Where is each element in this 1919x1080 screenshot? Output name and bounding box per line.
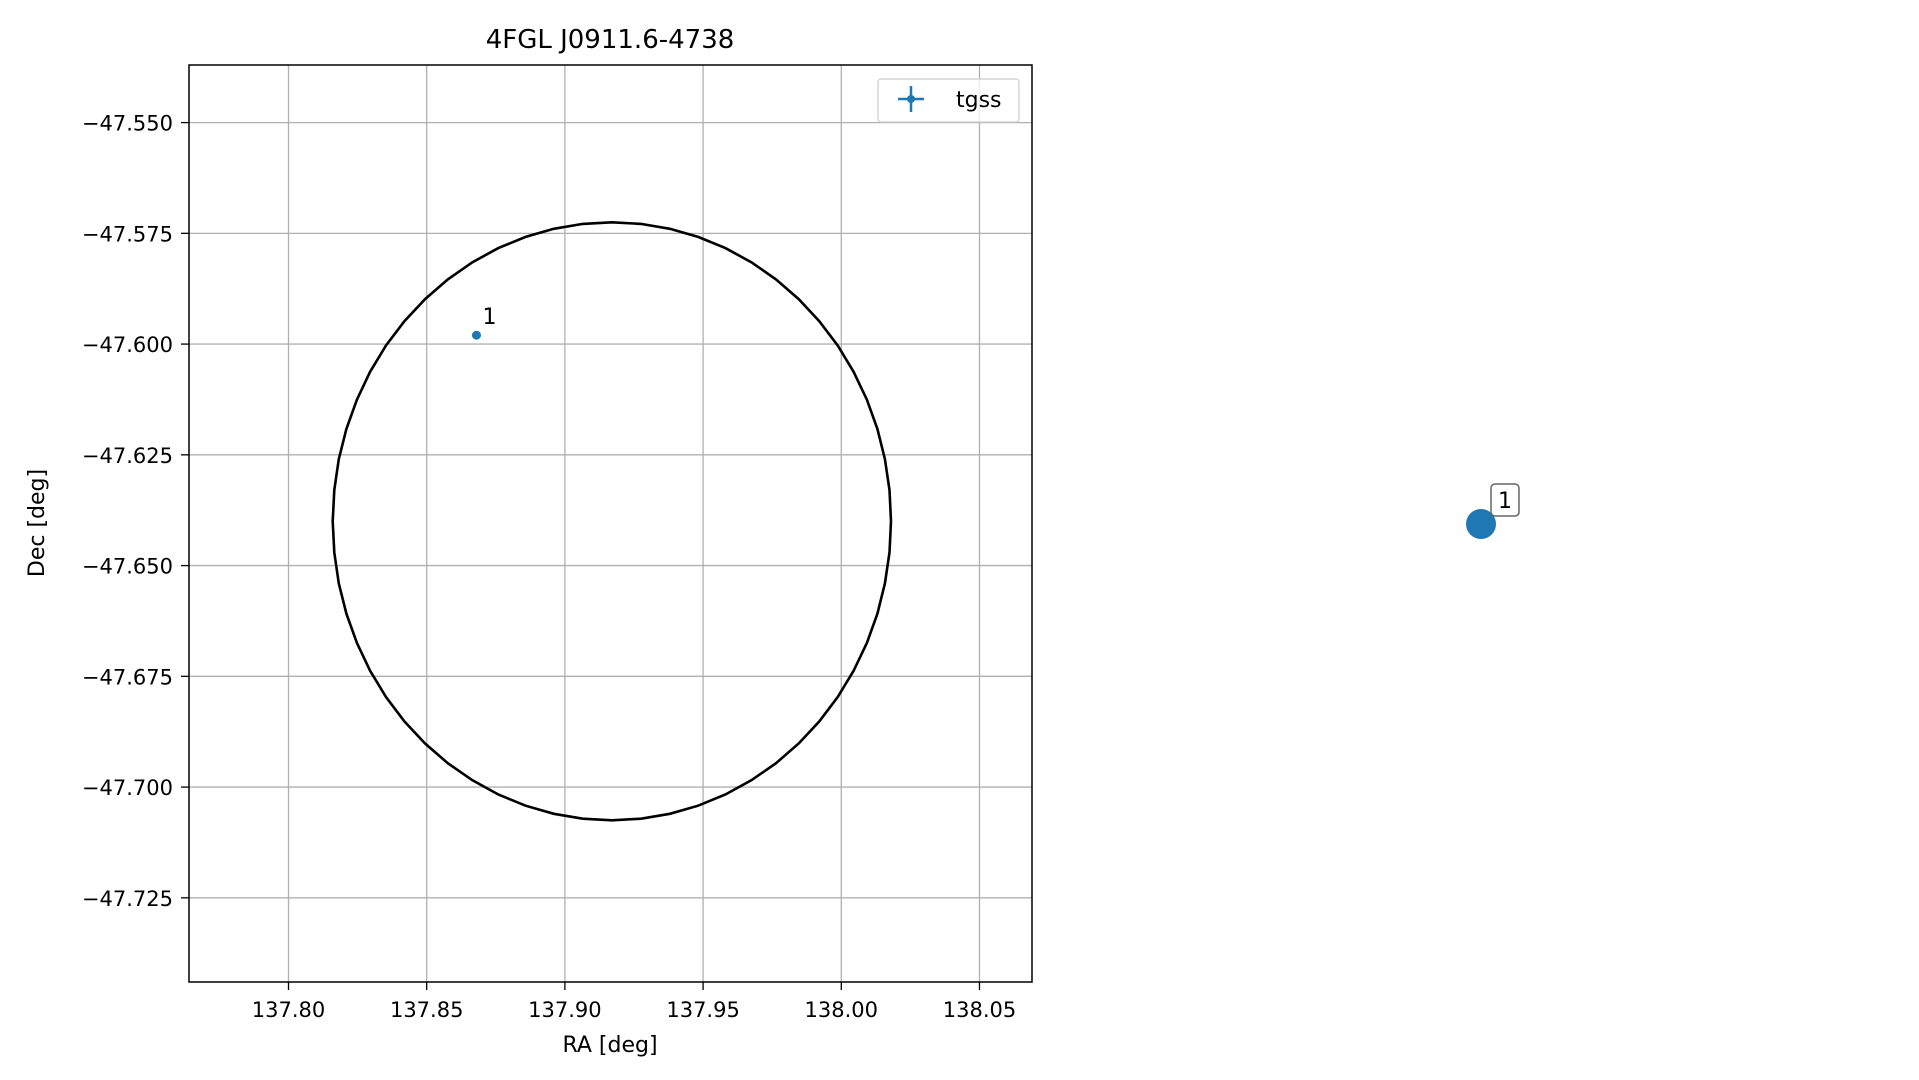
source-point-label: 1 bbox=[482, 305, 496, 330]
y-tick-label: −47.600 bbox=[82, 333, 173, 357]
x-tick-label: 137.80 bbox=[252, 998, 325, 1022]
source-point bbox=[471, 330, 481, 340]
x-tick-label: 138.00 bbox=[805, 998, 878, 1022]
y-tick-label: −47.700 bbox=[82, 776, 173, 800]
x-tick-label: 137.95 bbox=[666, 998, 739, 1022]
y-tick-label: −47.725 bbox=[82, 887, 173, 911]
y-tick-label: −47.650 bbox=[82, 555, 173, 579]
chart-title: 4FGL J0911.6-4738 bbox=[486, 25, 735, 55]
x-tick-label: 137.85 bbox=[390, 998, 463, 1022]
y-tick-label: −47.625 bbox=[82, 444, 173, 468]
legend: tgss bbox=[877, 78, 1020, 123]
x-tick-label: 138.05 bbox=[943, 998, 1016, 1022]
legend-label-tgss: tgss bbox=[956, 88, 1002, 113]
x-tick-label: 137.90 bbox=[528, 998, 601, 1022]
y-tick-label: −47.675 bbox=[82, 665, 173, 689]
secondary-source-label: 1 bbox=[1498, 489, 1512, 514]
figure: 4FGL J0911.6-4738 1 137.80 137.85 137.90 13… bbox=[0, 0, 1919, 1080]
y-tick-label: −47.550 bbox=[82, 112, 173, 136]
y-axis-label: Dec [deg] bbox=[25, 469, 50, 577]
y-tick-label: −47.575 bbox=[82, 222, 173, 246]
x-axis-label: RA [deg] bbox=[562, 1033, 657, 1058]
